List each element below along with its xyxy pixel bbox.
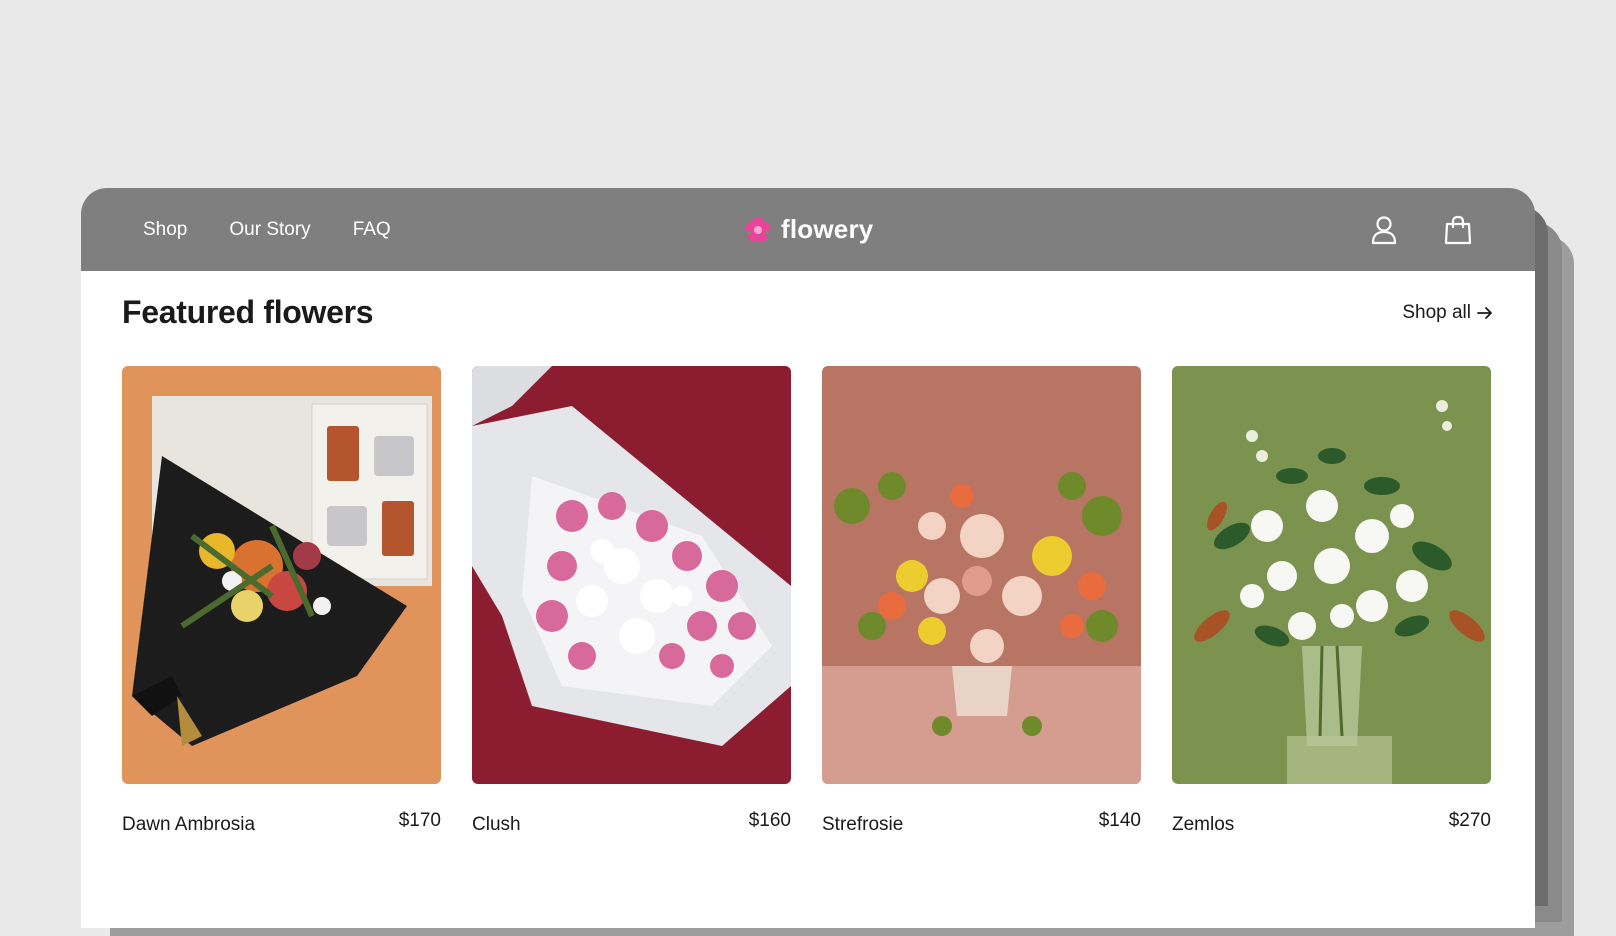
- product-meta: Strefrosie $140: [822, 810, 1141, 836]
- cart-button[interactable]: [1443, 214, 1473, 246]
- product-image[interactable]: [822, 366, 1141, 784]
- user-icon: [1371, 215, 1397, 244]
- product-card[interactable]: Clush $160: [472, 366, 791, 836]
- shopping-bag-icon: [1444, 215, 1472, 244]
- nav-link-shop[interactable]: Shop: [143, 219, 187, 241]
- shop-all-label: Shop all: [1402, 302, 1471, 323]
- bouquet-photo-clush: [472, 366, 791, 784]
- browser-window: Shop Our Story FAQ flowery Featured flow…: [81, 188, 1535, 928]
- product-name[interactable]: Strefrosie: [822, 814, 903, 836]
- bouquet-photo-zemlos: [1172, 366, 1491, 784]
- brand-name: flowery: [781, 214, 874, 244]
- product-card[interactable]: Dawn Ambrosia $170: [122, 366, 441, 836]
- product-card[interactable]: Zemlos $270: [1172, 366, 1491, 836]
- account-button[interactable]: [1369, 214, 1399, 246]
- flower-logo-icon: [745, 216, 771, 242]
- product-price: $140: [1098, 810, 1141, 831]
- arrow-right-icon: [1477, 307, 1492, 319]
- bouquet-photo-dawn-ambrosia: [122, 366, 441, 784]
- product-image[interactable]: [122, 366, 441, 784]
- main-nav: Shop Our Story FAQ: [143, 188, 433, 271]
- section-title: Featured flowers: [122, 294, 374, 330]
- product-image[interactable]: [472, 366, 791, 784]
- product-name[interactable]: Clush: [472, 814, 521, 836]
- site-header: Shop Our Story FAQ flowery: [81, 188, 1535, 271]
- shop-all-link[interactable]: Shop all: [1402, 302, 1493, 324]
- product-meta: Zemlos $270: [1172, 810, 1491, 836]
- bouquet-photo-strefrosie: [822, 366, 1141, 784]
- nav-link-our-story[interactable]: Our Story: [229, 219, 310, 241]
- product-name[interactable]: Dawn Ambrosia: [122, 814, 255, 836]
- product-price: $270: [1448, 810, 1491, 831]
- product-price: $170: [398, 810, 441, 831]
- product-image[interactable]: [1172, 366, 1491, 784]
- brand-logo[interactable]: flowery: [745, 188, 873, 271]
- product-card[interactable]: Strefrosie $140: [822, 366, 1141, 836]
- product-price: $160: [748, 810, 791, 831]
- product-grid: Dawn Ambrosia $170 Clush $160 Strefrosie…: [122, 366, 1491, 836]
- nav-link-faq[interactable]: FAQ: [353, 219, 391, 241]
- product-meta: Clush $160: [472, 810, 791, 836]
- header-icons: [1369, 188, 1473, 271]
- product-name[interactable]: Zemlos: [1172, 814, 1234, 836]
- product-meta: Dawn Ambrosia $170: [122, 810, 441, 836]
